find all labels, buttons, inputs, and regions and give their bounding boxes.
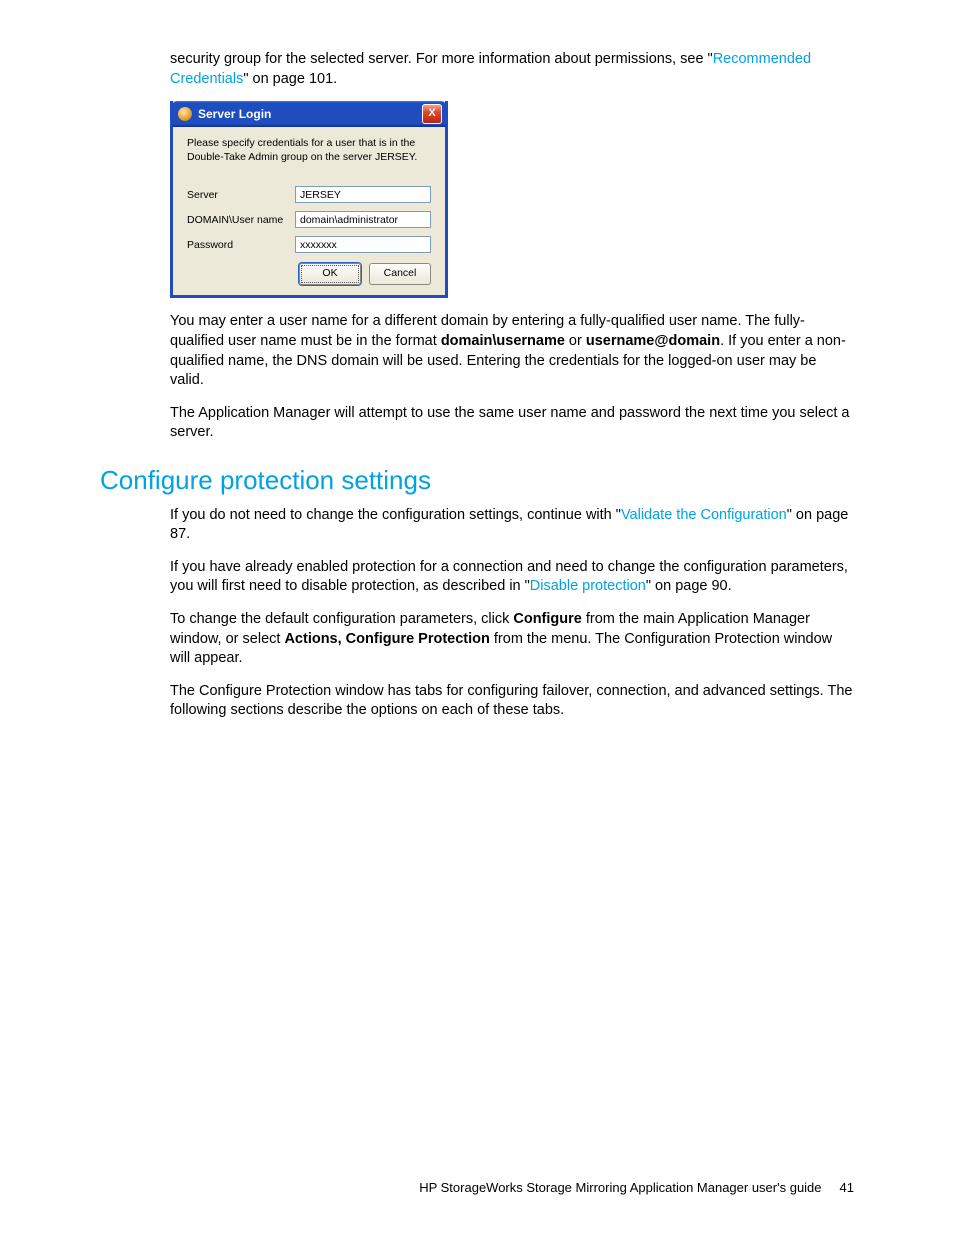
label-server: Server: [187, 189, 295, 201]
text-fragment: or: [565, 333, 586, 349]
link-validate-configuration[interactable]: Validate the Configuration: [621, 507, 787, 523]
dialog-title: Server Login: [198, 107, 271, 121]
label-username: DOMAIN\User name: [187, 214, 295, 226]
page-footer: HP StorageWorks Storage Mirroring Applic…: [419, 1180, 854, 1195]
bold-configure: Configure: [513, 611, 581, 627]
row-password: Password xxxxxxx: [187, 236, 431, 253]
text-fragment: security group for the selected server. …: [170, 51, 713, 67]
para-username-format: You may enter a user name for a differen…: [170, 312, 854, 390]
password-field[interactable]: xxxxxxx: [295, 236, 431, 253]
username-field[interactable]: domain\administrator: [295, 211, 431, 228]
bold-domain-username: domain\username: [441, 333, 565, 349]
close-button[interactable]: X: [422, 104, 442, 124]
close-icon: X: [428, 107, 435, 119]
text-fragment: To change the default configuration para…: [170, 611, 513, 627]
link-disable-protection[interactable]: Disable protection: [530, 578, 646, 594]
para-app-manager-reuse: The Application Manager will attempt to …: [170, 404, 854, 443]
footer-title: HP StorageWorks Storage Mirroring Applic…: [419, 1180, 821, 1195]
text-fragment: " on page 90.: [646, 578, 732, 594]
bold-actions-configure: Actions, Configure Protection: [284, 631, 489, 647]
para-change-defaults: To change the default configuration para…: [170, 610, 854, 669]
cancel-button[interactable]: Cancel: [369, 263, 431, 285]
row-username: DOMAIN\User name domain\administrator: [187, 211, 431, 228]
text-fragment: If you do not need to change the configu…: [170, 507, 621, 523]
server-login-dialog: Server Login X Please specify credential…: [170, 101, 448, 298]
heading-configure-protection: Configure protection settings: [100, 465, 854, 496]
para-permissions: security group for the selected server. …: [170, 50, 854, 89]
text-fragment: If you have already enabled protection f…: [170, 559, 848, 595]
para-disable-protection: If you have already enabled protection f…: [170, 558, 854, 597]
text-fragment: " on page 101.: [243, 71, 337, 87]
dialog-button-row: OK Cancel: [187, 263, 431, 285]
para-validate: If you do not need to change the configu…: [170, 506, 854, 545]
para-tabs-description: The Configure Protection window has tabs…: [170, 682, 854, 721]
dialog-message: Please specify credentials for a user th…: [187, 137, 431, 164]
dialog-body: Please specify credentials for a user th…: [173, 127, 445, 295]
label-password: Password: [187, 239, 295, 251]
page-number: 41: [840, 1180, 854, 1195]
bold-username-at-domain: username@domain: [586, 333, 720, 349]
ok-button[interactable]: OK: [299, 263, 361, 285]
row-server: Server JERSEY: [187, 186, 431, 203]
server-field[interactable]: JERSEY: [295, 186, 431, 203]
app-icon: [178, 107, 192, 121]
dialog-title-bar: Server Login X: [172, 101, 446, 127]
